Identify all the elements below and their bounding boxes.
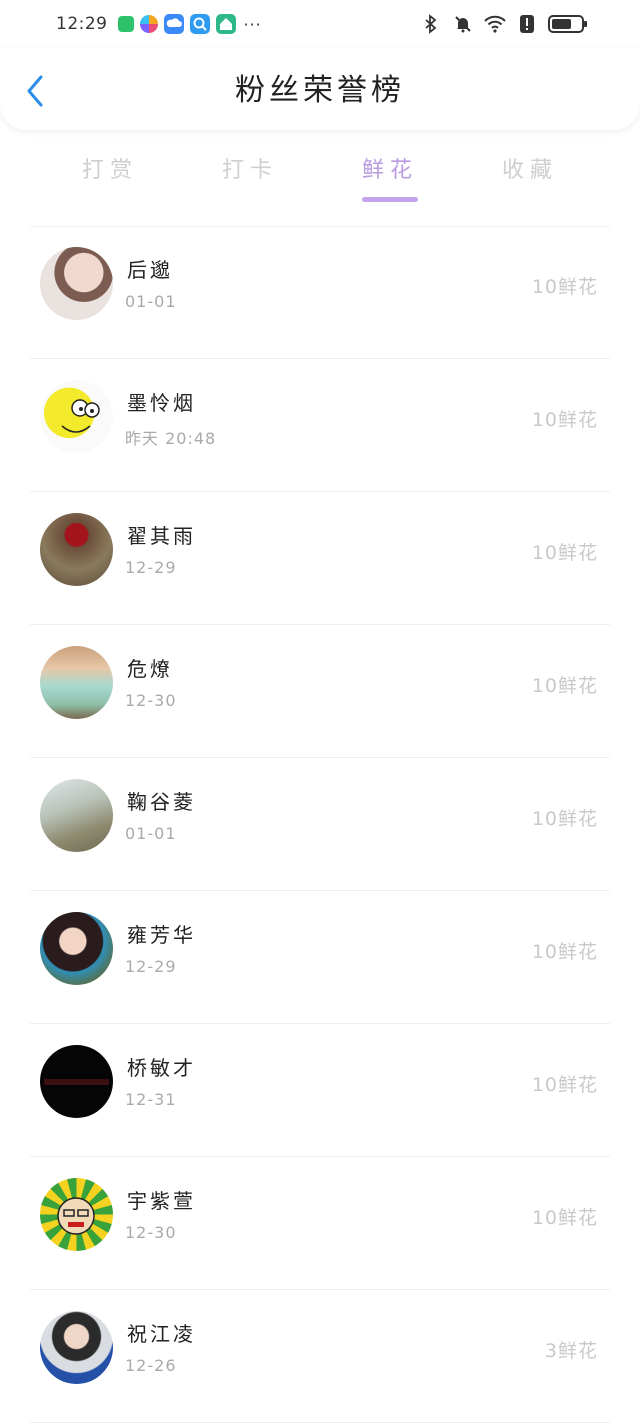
fan-name: 雍芳华 bbox=[127, 923, 196, 947]
flower-amount: 10鲜花 bbox=[531, 276, 598, 298]
flower-amount: 10鲜花 bbox=[531, 808, 598, 830]
avatar bbox=[40, 779, 113, 852]
flower-amount: 10鲜花 bbox=[531, 1074, 598, 1096]
active-tab-indicator bbox=[362, 197, 418, 202]
search-app-icon bbox=[189, 14, 210, 34]
avatar bbox=[40, 380, 113, 453]
flower-amount: 3鲜花 bbox=[544, 1340, 598, 1362]
cloud-app-icon bbox=[163, 14, 184, 34]
fan-name: 墨怜烟 bbox=[127, 391, 196, 415]
fan-name: 后邈 bbox=[127, 258, 173, 282]
list-item[interactable]: 桥敏才 12-31 10鲜花 bbox=[0, 1024, 640, 1157]
alert-icon bbox=[516, 13, 538, 35]
chevron-left-icon bbox=[25, 74, 45, 112]
status-bar: 12:29 ··· bbox=[0, 0, 640, 48]
status-right bbox=[420, 13, 587, 35]
status-time: 12:29 bbox=[56, 14, 108, 34]
fan-time: 01-01 bbox=[125, 292, 177, 311]
fan-time: 12-29 bbox=[125, 558, 177, 577]
bluetooth-icon bbox=[420, 13, 442, 35]
flower-amount: 10鲜花 bbox=[531, 542, 598, 564]
avatar bbox=[40, 513, 113, 586]
fan-name: 危燎 bbox=[127, 657, 173, 681]
fan-time: 01-01 bbox=[125, 824, 177, 843]
app-multicolor-icon bbox=[139, 15, 158, 33]
fan-time: 12-29 bbox=[125, 957, 177, 976]
app-green-icon bbox=[117, 16, 134, 32]
fan-name: 鞠谷菱 bbox=[127, 790, 196, 814]
status-left: 12:29 ··· bbox=[56, 14, 262, 34]
header: 粉丝荣誉榜 bbox=[0, 48, 640, 130]
avatar bbox=[40, 1178, 113, 1251]
tab-favorites[interactable]: 收藏 bbox=[490, 152, 570, 184]
tab-flowers[interactable]: 鲜花 bbox=[350, 152, 430, 184]
list-item[interactable]: 祝江凌 12-26 3鲜花 bbox=[0, 1290, 640, 1423]
mute-icon bbox=[452, 13, 474, 35]
avatar bbox=[40, 646, 113, 719]
list-item[interactable]: 危燎 12-30 10鲜花 bbox=[0, 625, 640, 758]
avatar bbox=[40, 247, 113, 320]
flower-amount: 10鲜花 bbox=[531, 1207, 598, 1229]
flower-amount: 10鲜花 bbox=[531, 409, 598, 431]
list-item[interactable]: 雍芳华 12-29 10鲜花 bbox=[0, 891, 640, 1024]
fan-name: 祝江凌 bbox=[127, 1322, 196, 1346]
list-item[interactable]: 宇紫萱 12-30 10鲜花 bbox=[0, 1157, 640, 1290]
flower-amount: 10鲜花 bbox=[531, 675, 598, 697]
tab-reward[interactable]: 打赏 bbox=[70, 152, 150, 184]
list-item[interactable]: 后邈 01-01 10鲜花 bbox=[0, 226, 640, 359]
fan-name: 宇紫萱 bbox=[127, 1189, 196, 1213]
fan-time: 12-31 bbox=[125, 1090, 177, 1109]
wifi-icon bbox=[484, 13, 506, 35]
list-item[interactable]: 翟其雨 12-29 10鲜花 bbox=[0, 492, 640, 625]
fan-time: 12-30 bbox=[125, 691, 177, 710]
tab-checkin[interactable]: 打卡 bbox=[210, 152, 290, 184]
list-item[interactable]: 鞠谷菱 01-01 10鲜花 bbox=[0, 758, 640, 891]
fan-name: 翟其雨 bbox=[127, 524, 196, 548]
more-dots: ··· bbox=[243, 14, 262, 34]
avatar bbox=[40, 912, 113, 985]
fan-time: 12-26 bbox=[125, 1356, 177, 1375]
fan-name: 桥敏才 bbox=[127, 1056, 196, 1080]
fan-time: 12-30 bbox=[125, 1223, 177, 1242]
back-button[interactable] bbox=[22, 74, 48, 112]
list-item[interactable]: 墨怜烟 昨天 20:48 10鲜花 bbox=[0, 359, 640, 492]
flower-amount: 10鲜花 bbox=[531, 941, 598, 963]
fan-time: 昨天 20:48 bbox=[125, 429, 217, 448]
battery-icon bbox=[548, 15, 587, 33]
home-app-icon bbox=[215, 14, 236, 34]
page-title: 粉丝荣誉榜 bbox=[235, 73, 405, 108]
tab-bar: 打赏 打卡 鲜花 收藏 bbox=[0, 140, 640, 210]
avatar bbox=[40, 1045, 113, 1118]
avatar bbox=[40, 1311, 113, 1384]
